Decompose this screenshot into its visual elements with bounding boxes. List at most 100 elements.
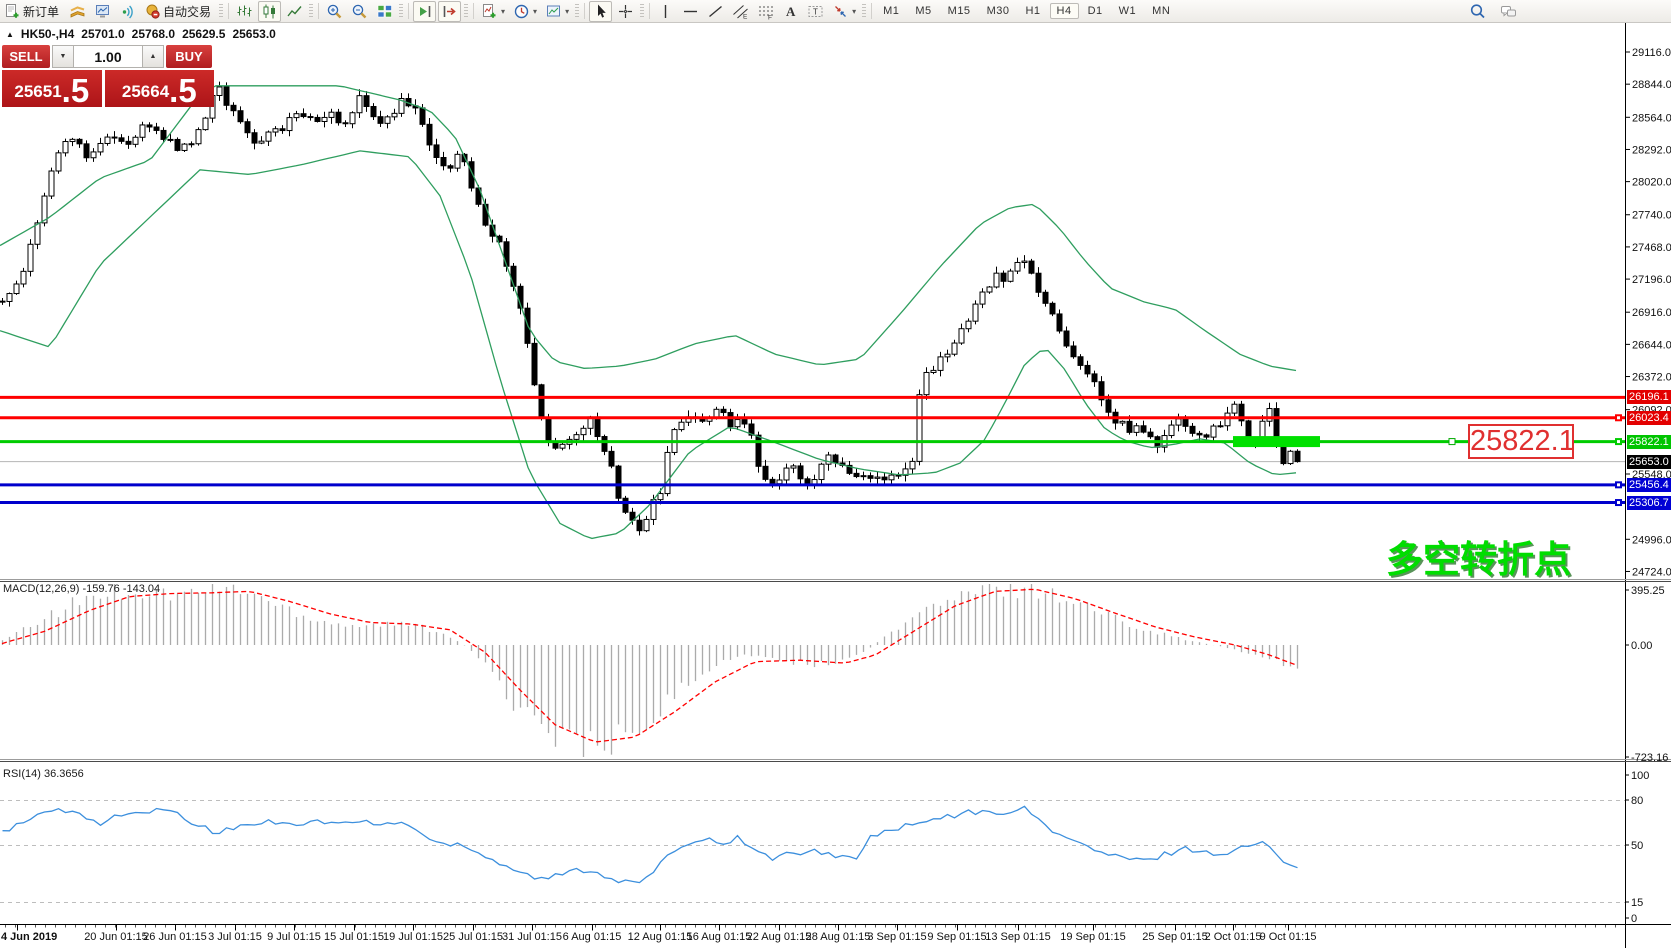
toolbar-group-separator (309, 4, 313, 18)
sell-price-frac: .5 (62, 74, 90, 107)
svg-text:F: F (768, 14, 772, 20)
toolbar-button-chart-shift[interactable] (438, 1, 461, 22)
toolbar-button-gold-chart[interactable] (66, 1, 89, 22)
toolbar-button-new-order[interactable]: 新订单 (1, 1, 64, 22)
volume-increase-button[interactable]: ▲ (142, 45, 164, 68)
toolbar-button-autotrade[interactable]: 自动交易 (141, 1, 216, 22)
toolbar-button-templates[interactable]: ▾ (542, 1, 572, 22)
horizontal-line-icon (682, 3, 699, 20)
toolbar-separator (408, 3, 409, 19)
svg-text:100: 100 (1631, 770, 1649, 782)
search-icon (1469, 3, 1486, 20)
svg-text:395.25: 395.25 (1631, 585, 1665, 597)
toolbar: 新订单 自动交易 ▾ ▾ ▾ E F AT ▾ M1M5M15M30H1H4D1W1MN (0, 0, 1671, 23)
toolbar-button-text[interactable]: A (779, 1, 802, 22)
price-chart-canvas[interactable]: 29116.028844.028564.028292.028020.027740… (0, 0, 1671, 948)
svg-text:26644.0: 26644.0 (1632, 339, 1671, 351)
templates-icon (545, 3, 562, 20)
volume-decrease-button[interactable]: ▼ (52, 45, 74, 68)
mt4-window: 29116.028844.028564.028292.028020.027740… (0, 0, 1671, 948)
svg-text:28564.0: 28564.0 (1632, 112, 1671, 124)
svg-text:20 Jun 01:15: 20 Jun 01:15 (84, 931, 148, 943)
price-text-annotation[interactable]: 25822.1 (1468, 424, 1574, 459)
svg-text:28844.0: 28844.0 (1632, 79, 1671, 91)
buy-button[interactable]: BUY (166, 45, 212, 68)
toolbar-button-trendline[interactable] (704, 1, 727, 22)
symbol-marker-icon: ▲ (6, 30, 14, 39)
bollinger-bands-layer (0, 86, 1296, 539)
toolbar-button-bar-chart[interactable] (233, 1, 256, 22)
cn-note-annotation[interactable]: 多空转折点 (1386, 529, 1571, 583)
chevron-down-icon: ▾ (533, 7, 537, 16)
sell-price-display[interactable]: 25651 .5 (2, 70, 102, 107)
toolbar-button-vertical-line[interactable] (654, 1, 677, 22)
toolbar-button-channel[interactable]: E (729, 1, 752, 22)
buy-price-display[interactable]: 25664 .5 (105, 70, 214, 107)
line-chart-icon (286, 3, 303, 20)
toolbar-button-tile-windows[interactable] (373, 1, 396, 22)
toolbar-button-horizontal-line[interactable] (679, 1, 702, 22)
timeframe-button-W1[interactable]: W1 (1112, 3, 1144, 19)
svg-text:19 Sep 01:15: 19 Sep 01:15 (1060, 931, 1125, 943)
toolbar-button-label: 自动交易 (163, 3, 213, 20)
sell-button[interactable]: SELL (2, 45, 50, 68)
toolbar-button-zoom-in[interactable] (323, 1, 346, 22)
toolbar-button-terminal[interactable] (91, 1, 114, 22)
timeframe-button-D1[interactable]: D1 (1081, 3, 1110, 19)
chevron-down-icon: ▾ (501, 7, 505, 16)
price-badge-25456.4: 25456.4 (1627, 478, 1671, 492)
timeframe-button-M30[interactable]: M30 (980, 3, 1017, 19)
volume-input[interactable]: 1.00 (74, 45, 142, 68)
svg-text:0: 0 (1631, 913, 1637, 925)
toolbar-group-separator (575, 4, 579, 18)
one-click-trading-panel: SELL ▼ 1.00 ▲ BUY 25651 .5 25664 .5 (2, 45, 214, 107)
toolbar-button-signal[interactable] (116, 1, 139, 22)
toolbar-button-zoom-out[interactable] (348, 1, 371, 22)
text-label-icon: T (807, 3, 824, 20)
timeframe-button-H1[interactable]: H1 (1018, 3, 1047, 19)
auto-scroll-icon (416, 3, 433, 20)
toolbar-button-search[interactable] (1466, 1, 1489, 22)
svg-text:13 Sep 01:15: 13 Sep 01:15 (985, 931, 1050, 943)
chart-shift-icon (441, 3, 458, 20)
toolbar-button-fibonacci[interactable]: F (754, 1, 777, 22)
timeframe-button-H4[interactable]: H4 (1050, 3, 1079, 19)
new-order-icon (4, 3, 21, 20)
buy-price-int: 25664 (122, 77, 169, 107)
svg-text:28292.0: 28292.0 (1632, 144, 1671, 156)
svg-text:27740.0: 27740.0 (1632, 210, 1671, 222)
highlight-bar (1233, 436, 1320, 447)
svg-text:E: E (743, 13, 748, 20)
svg-text:24724.0: 24724.0 (1632, 566, 1671, 578)
rsi-levels-layer (0, 801, 1625, 903)
toolbar-group-separator (219, 4, 223, 18)
timeframe-button-M15[interactable]: M15 (941, 3, 978, 19)
trendline-icon (707, 3, 724, 20)
timeframe-button-M5[interactable]: M5 (908, 3, 938, 19)
toolbar-button-auto-scroll[interactable] (413, 1, 436, 22)
svg-text:24996.0: 24996.0 (1632, 534, 1671, 546)
toolbar-button-line-chart[interactable] (283, 1, 306, 22)
autotrade-icon (144, 3, 161, 20)
svg-text:27468.0: 27468.0 (1632, 242, 1671, 254)
ohlc-low: 25629.5 (182, 27, 225, 41)
toolbar-button-candlestick[interactable] (258, 1, 281, 22)
toolbar-button-cursor[interactable] (589, 1, 612, 22)
toolbar-button-chat[interactable] (1497, 1, 1520, 22)
toolbar-button-crosshair[interactable] (614, 1, 637, 22)
svg-text:9 Jul 01:15: 9 Jul 01:15 (267, 931, 321, 943)
ohlc-close: 25653.0 (232, 27, 275, 41)
toolbar-button-indicators[interactable]: ▾ (478, 1, 508, 22)
toolbar-separator (473, 3, 474, 19)
svg-text:2 Oct 01:15: 2 Oct 01:15 (1205, 931, 1262, 943)
toolbar-button-periods[interactable]: ▾ (510, 1, 540, 22)
svg-text:28020.0: 28020.0 (1632, 177, 1671, 189)
chevron-down-icon: ▾ (852, 7, 856, 16)
timeframe-button-MN[interactable]: MN (1145, 3, 1177, 19)
annotation-connector (1449, 439, 1468, 445)
timeframe-button-M1[interactable]: M1 (876, 3, 906, 19)
svg-text:9 Sep 01:15: 9 Sep 01:15 (927, 931, 986, 943)
toolbar-button-arrows[interactable]: ▾ (829, 1, 859, 22)
toolbar-button-text-label[interactable]: T (804, 1, 827, 22)
toolbar-group-separator (640, 4, 644, 18)
